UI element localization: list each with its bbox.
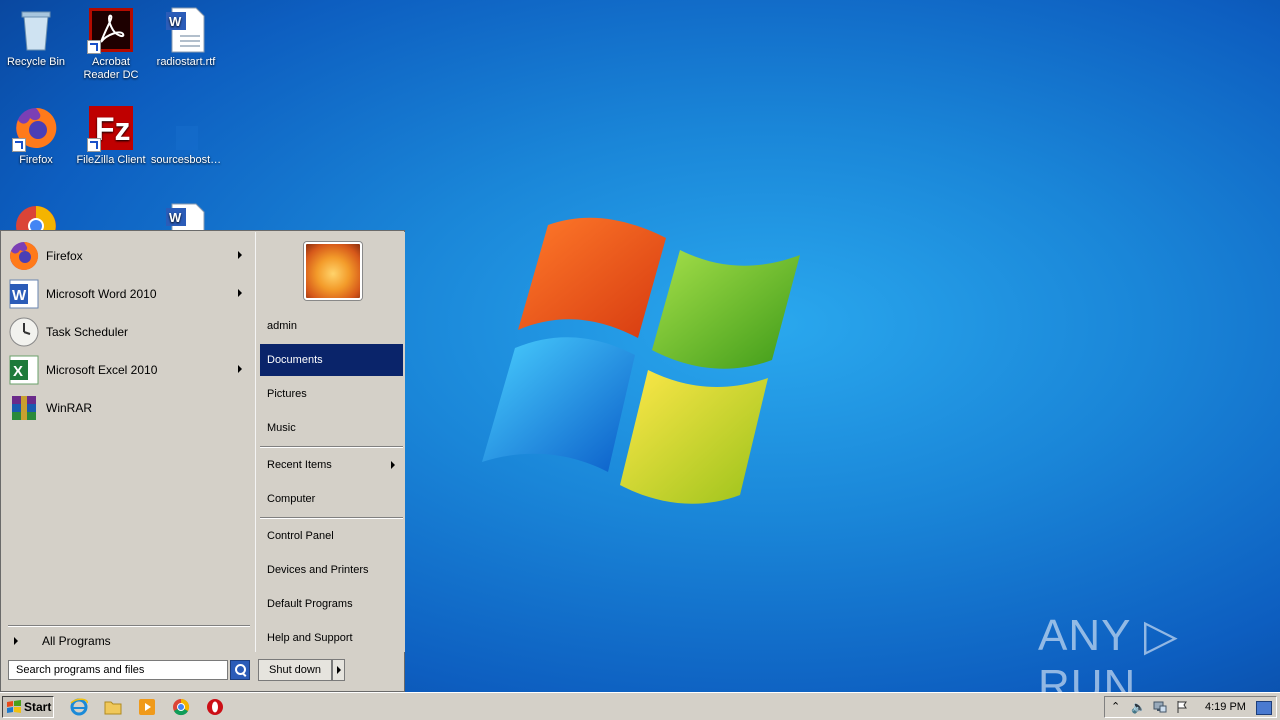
start-button[interactable]: Start <box>2 696 54 718</box>
place-label: Pictures <box>267 388 307 400</box>
start-label: Start <box>24 700 52 714</box>
submenu-arrow-icon <box>238 365 242 373</box>
desktop-icon-label: Firefox <box>19 154 53 166</box>
desktop-icon-firefox[interactable]: Firefox <box>0 104 72 167</box>
clock-icon <box>8 316 40 348</box>
separator <box>260 446 403 448</box>
word-document-icon: W <box>162 6 210 54</box>
place-label: Recent Items <box>267 459 332 471</box>
svg-text:X: X <box>13 363 23 380</box>
folder-icon[interactable] <box>103 697 123 717</box>
program-winrar[interactable]: WinRAR <box>8 390 248 426</box>
place-label: Devices and Printers <box>267 564 369 576</box>
program-excel[interactable]: X Microsoft Excel 2010 <box>8 352 248 388</box>
place-label: Help and Support <box>267 632 353 644</box>
internet-explorer-icon[interactable] <box>69 697 89 717</box>
desktop-icon-filezilla[interactable]: Fz FileZilla Client <box>75 104 147 167</box>
place-label: Documents <box>267 354 323 366</box>
place-help-support[interactable]: Help and Support <box>260 622 403 654</box>
place-music[interactable]: Music <box>260 412 403 444</box>
svg-text:W: W <box>12 287 27 304</box>
recycle-bin-icon <box>12 6 60 54</box>
windows-logo <box>482 217 800 504</box>
search-input[interactable]: Search programs and files <box>8 660 228 680</box>
network-icon[interactable] <box>1153 700 1167 714</box>
action-center-flag-icon[interactable] <box>1175 700 1189 714</box>
shortcut-arrow-icon <box>12 138 26 152</box>
shortcut-arrow-icon <box>87 40 101 54</box>
taskbar: Start ⌃ 🔈 4:19 PM <box>0 692 1280 720</box>
submenu-arrow-icon <box>238 289 242 297</box>
system-tray: ⌃ 🔈 4:19 PM <box>1104 696 1277 718</box>
place-pictures[interactable]: Pictures <box>260 378 403 410</box>
show-hidden-icons-icon[interactable]: ⌃ <box>1111 700 1125 714</box>
place-control-panel[interactable]: Control Panel <box>260 520 403 552</box>
excel-icon: X <box>8 354 40 386</box>
desktop-icon-label: Recycle Bin <box>6 56 66 68</box>
program-label: WinRAR <box>46 401 93 415</box>
word-icon: W <box>8 278 40 310</box>
place-label: Default Programs <box>267 598 353 610</box>
place-label: Music <box>267 422 296 434</box>
program-label: Firefox <box>46 249 83 263</box>
desktop-icon-sourcesbost[interactable]: sourcesbost… <box>150 104 222 167</box>
shortcut-arrow-icon <box>87 138 101 152</box>
desktop-icon-label: sourcesbost… <box>150 154 222 166</box>
chrome-icon[interactable] <box>171 697 191 717</box>
file-icon <box>162 104 210 152</box>
program-label: Microsoft Excel 2010 <box>46 363 158 377</box>
submenu-arrow-icon <box>238 251 242 259</box>
program-word[interactable]: W Microsoft Word 2010 <box>8 276 248 312</box>
start-menu: Firefox W Microsoft Word 2010 Task Sched… <box>0 230 405 692</box>
place-label: admin <box>267 320 297 332</box>
start-menu-places: admin Documents Pictures Music Recent It… <box>255 232 405 652</box>
svg-text:W: W <box>169 14 182 29</box>
desktop-icon-radiostart[interactable]: W radiostart.rtf <box>150 6 222 69</box>
volume-icon[interactable]: 🔈 <box>1131 700 1146 714</box>
svg-text:W: W <box>169 210 182 225</box>
shutdown-options-button[interactable] <box>332 659 345 681</box>
place-computer[interactable]: Computer <box>260 483 403 515</box>
shutdown-button[interactable]: Shut down <box>258 659 332 681</box>
all-programs-label: All Programs <box>42 634 111 648</box>
program-task-scheduler[interactable]: Task Scheduler <box>8 314 248 350</box>
place-label: Computer <box>267 493 316 505</box>
place-recent-items[interactable]: Recent Items <box>260 449 403 481</box>
firefox-icon <box>8 240 40 272</box>
media-player-icon[interactable] <box>137 697 157 717</box>
user-avatar[interactable] <box>304 242 362 300</box>
acrobat-icon <box>87 6 135 54</box>
submenu-arrow-icon <box>391 461 395 469</box>
place-documents[interactable]: Documents <box>260 344 403 376</box>
program-label: Microsoft Word 2010 <box>46 287 157 301</box>
separator <box>260 517 403 519</box>
show-desktop-button[interactable] <box>1256 701 1272 715</box>
start-menu-programs: Firefox W Microsoft Word 2010 Task Sched… <box>2 232 254 652</box>
desktop-icon-acrobat[interactable]: Acrobat Reader DC <box>75 6 147 82</box>
desktop-icon-label: FileZilla Client <box>76 154 146 166</box>
desktop-icon-recycle-bin[interactable]: Recycle Bin <box>0 6 72 69</box>
desktop-icon-label: radiostart.rtf <box>156 56 216 68</box>
desktop-icon-label: Acrobat Reader DC <box>83 56 139 81</box>
all-programs[interactable]: All Programs <box>10 632 250 650</box>
windows-flag-icon <box>7 700 21 713</box>
start-menu-bottom: Search programs and files Shut down <box>2 653 404 691</box>
winrar-icon <box>8 392 40 424</box>
separator <box>8 625 250 627</box>
place-default-programs[interactable]: Default Programs <box>260 588 403 620</box>
opera-icon[interactable] <box>205 697 225 717</box>
filezilla-icon: Fz <box>87 104 135 152</box>
search-icon[interactable] <box>230 660 250 680</box>
program-label: Task Scheduler <box>46 325 129 339</box>
clock[interactable]: 4:19 PM <box>1205 701 1246 713</box>
place-admin[interactable]: admin <box>260 310 403 342</box>
all-programs-arrow-icon <box>14 637 18 645</box>
place-label: Control Panel <box>267 530 334 542</box>
program-firefox[interactable]: Firefox <box>8 238 248 274</box>
place-devices-printers[interactable]: Devices and Printers <box>260 554 403 586</box>
firefox-icon <box>12 104 60 152</box>
